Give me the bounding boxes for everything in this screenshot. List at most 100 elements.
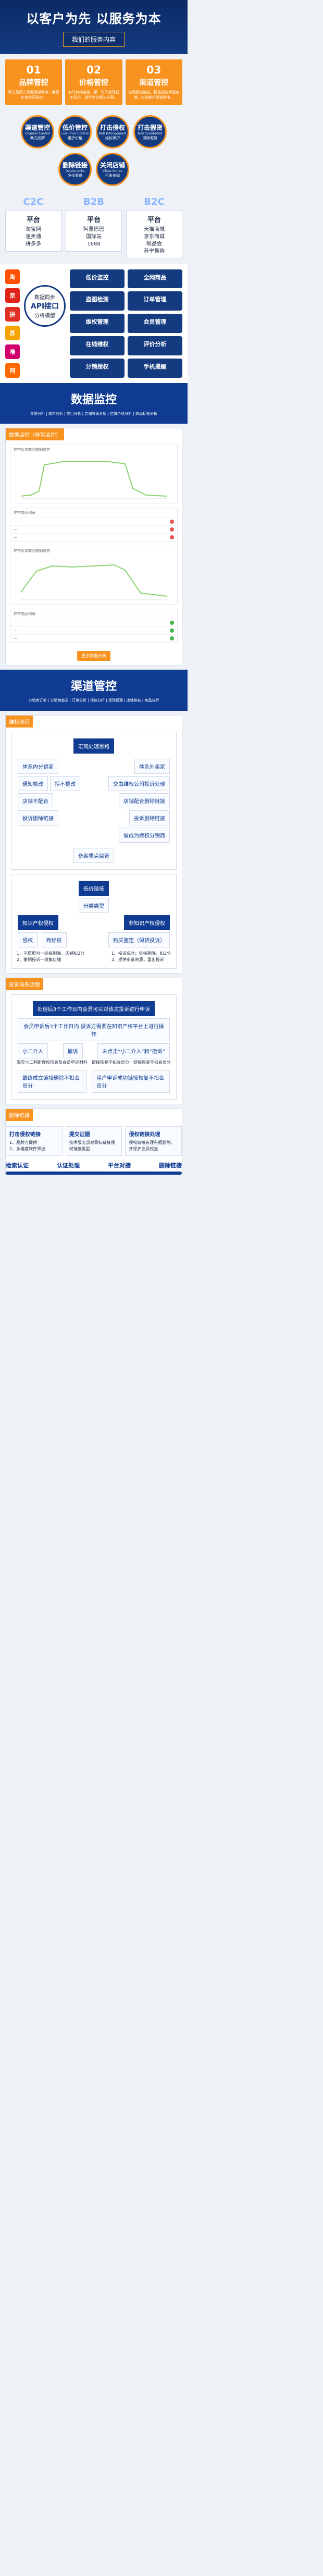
list-row: —: [10, 533, 177, 541]
more-analysis-button[interactable]: 更多数据分析: [77, 651, 110, 661]
rights-r4: 做成为授权分销商: [119, 827, 170, 843]
hero-title: 以客户为先 以服务为本: [26, 11, 162, 26]
complain-top: 处理后3个工作日内会员可以对该次投诉进行申诉: [32, 1001, 155, 1016]
line-chart-2: [20, 564, 167, 600]
lp-left: 知识产权侵权: [18, 915, 58, 930]
platform-c2c: C2C 平台 淘宝网 速卖通 拼多多: [5, 196, 61, 259]
feature-item: 全网商品: [128, 269, 182, 289]
rights-r1: 交由维权公司投诉处理: [108, 775, 170, 791]
monitor-panel-header: 数据监控（异常监控）: [6, 428, 64, 441]
list-row: —: [10, 525, 177, 533]
delete-timeline: 打击侵权链接 1、品牌方提供 2、多维度软件筛选 提交证据 技术服务部对目标链接侵权…: [6, 1126, 182, 1156]
feature-item: 低价监控: [70, 269, 125, 289]
circle-close-store: 关闭店铺 Close Stores 打击违规: [96, 152, 129, 186]
hero-pill: 我们的服务内容: [63, 32, 125, 47]
jd-icon: 京: [5, 288, 20, 303]
monitor-list-2: 异常商品列表 — — —: [10, 609, 178, 643]
lowprice-flow: 低价链接 分类类型 知识产权侵权 非知识产权侵权 侵权 商标权 购买鉴定（假货投…: [11, 873, 177, 969]
delete-header: 删除链接: [6, 1108, 33, 1121]
lp-left2: 商标权: [41, 932, 67, 947]
rights-l2: 拒不整改: [50, 775, 80, 791]
rights-l3: 店铺不配合: [18, 793, 53, 808]
feature-item: 在线维权: [70, 336, 125, 355]
circle-low-price: 低价管控 Low Price Control 维护价格: [58, 115, 92, 149]
suning-icon: 苏: [5, 325, 20, 340]
alibaba-icon: 阿: [5, 363, 20, 378]
circle-channel-control: 渠道管控 Channel Control 助力品牌: [21, 115, 54, 149]
feature-item: 盗图检测: [70, 291, 125, 311]
lp-right: 非知识产权侵权: [124, 915, 170, 930]
complain-final-left: 最终成立链接删除不扣会员分: [18, 1069, 87, 1093]
api-section: 淘 京 拼 苏 唯 阿 数据同步 API接口 分析模型 低价监控 全网商品 盗图…: [0, 264, 188, 383]
lp-left1: 侵权: [18, 932, 38, 947]
card-channel: 03 渠道管控 全网渠道监控，精准定位问题店铺，协助维护渠道秩序。: [125, 59, 182, 105]
tl-2: 提交证据 技术服务部对目标链接侵权链接类型: [65, 1126, 122, 1156]
hero: 以客户为先 以服务为本 我们的服务内容: [0, 0, 188, 54]
complain-header: 投诉联系流程: [6, 978, 43, 990]
lp-right1: 购买鉴定（假货投诉）: [108, 932, 170, 947]
feature-item: 维权管理: [70, 314, 125, 333]
list-row: —: [10, 619, 177, 626]
lp-mid: 分类类型: [79, 897, 109, 913]
rights-right: 体系外卖家: [134, 758, 170, 774]
delete-panel: 删除链接 打击侵权链接 1、品牌方提供 2、多维度软件筛选 提交证据 技术服务部对目…: [5, 1108, 182, 1175]
complain-note: 未点击“小二介入”和“撤诉”: [97, 1043, 170, 1058]
line-chart-1: [20, 461, 167, 499]
complain-final-right: 用户申诉成功链接恢复不扣会员分: [92, 1069, 170, 1093]
monitor-list-1: 异常商品列表 — — —: [10, 508, 178, 542]
monitor-band: 数据监控 异常分析 | 城市分析 | 类目分析 | 店铺等级分析 | 店铺价格分…: [0, 383, 188, 424]
rights-r2: 店铺配合删除链接: [119, 793, 170, 808]
rights-l4: 投诉删除链接: [18, 810, 58, 825]
rights-flow: 宏观处理思路 体系内分销商 通知整改 拒不整改 店铺不配合 投诉删除链接 体系外卖…: [11, 731, 177, 870]
complain-flow: 处理后3个工作日内会员可以对该次投诉进行申诉 会员申诉后3个工作日内 投诉方需要…: [11, 994, 177, 1100]
feature-item: 手机提醒: [128, 358, 182, 378]
vip-icon: 唯: [5, 344, 20, 359]
monitor-chart-1: 异常价格商品数据趋势: [10, 445, 178, 504]
platform-b2c: B2C 平台 天猫商城 京东商城 唯品会 苏宁易购: [126, 196, 182, 259]
feature-item: 评价分析: [128, 336, 182, 355]
complain-step2: 会员申诉后3个工作日内 投诉方需要在知识产权平台上进行操作: [18, 1018, 170, 1041]
complain-b: 撤诉: [63, 1043, 83, 1058]
rights-l1: 通知整改: [18, 775, 48, 791]
lp-left-note: 1、不愿配合一链接删除，店铺扣2分 2、撤销投诉一收集店铺: [17, 951, 85, 962]
complain-b-note: 链接恢复不扣会员分: [92, 1059, 129, 1065]
rights-top: 宏观处理思路: [73, 738, 114, 754]
cards-row: 01 品牌管控 助力品牌方掌握渠道秩序，确保价格体系稳定。 02 价格管控 实时…: [0, 54, 188, 110]
feature-item: 订单管理: [128, 291, 182, 311]
card-brand: 01 品牌管控 助力品牌方掌握渠道秩序，确保价格体系稳定。: [5, 59, 63, 105]
list-row: —: [10, 517, 177, 525]
complain-a: 小二介入: [18, 1043, 48, 1058]
ribbon-labels: 检索认证 认证处理 平台对接 删除链接: [6, 1162, 182, 1169]
complain-a-note: 淘宝小二判断侵权信息及会员申诉材料: [17, 1059, 88, 1065]
lp-top: 低价链接: [79, 880, 109, 896]
complain-panel: 投诉联系流程 处理后3个工作日内会员可以对该次投诉进行申诉 会员申诉后3个工作日…: [5, 977, 182, 1104]
feature-grid: 低价监控 全网商品 盗图检测 订单管理 维权管理 会员管理 在线维权 评价分析 …: [70, 269, 182, 378]
pinduoduo-icon: 拼: [5, 306, 20, 322]
circle-delete-links: 删除链接 Delete Links 净化渠道: [58, 152, 92, 186]
service-circles: 渠道管控 Channel Control 助力品牌 低价管控 Low Price Co…: [0, 110, 188, 191]
card-price: 02 价格管控 实时价格监控，第一时间发现低价乱价，提供专业解决方案。: [65, 59, 122, 105]
list-row: —: [10, 626, 177, 634]
list-row: —: [10, 634, 177, 642]
taobao-icon: 淘: [5, 269, 20, 284]
api-hub: 数据同步 API接口 分析模型: [24, 285, 66, 327]
circle-anti-counterfeit: 打击假货 Anti Counterfeit 清除假货: [133, 115, 167, 149]
monitor-title: 数据监控: [70, 393, 117, 406]
tl-1: 打击侵权链接 1、品牌方提供 2、多维度软件筛选: [6, 1126, 63, 1156]
ribbon-arrow: [6, 1171, 182, 1175]
platform-b2b: B2B 平台 阿里巴巴 国际站 1688: [66, 196, 122, 259]
monitor-tabs: 异常分析 | 城市分析 | 类目分析 | 店铺等级分析 | 店铺价格分析 | 商…: [30, 411, 158, 416]
rights-r3: 投诉删除链接: [129, 810, 170, 825]
monitor-panel: 数据监控（异常监控） 异常价格商品数据趋势 异常商品列表 — — — 异常价格商…: [5, 428, 182, 666]
app-icons: 淘 京 拼 苏 唯 阿: [5, 269, 20, 378]
circle-anti-infringe: 打击侵权 Anti Infringement 维权保护: [96, 115, 129, 149]
feature-item: 会员管理: [128, 314, 182, 333]
tl-3: 侵权链接处理 侵权链接有理有据删除，并保护会员权益: [125, 1126, 182, 1156]
lp-right-note: 1、投诉成立：链接删除，扣2分 2、提供申诉资质，重出投诉: [111, 951, 171, 962]
channel-tabs: 分销商订单 | 分销商会员 | 订单分析 | 评价分析 | 活动管理 | 店铺排…: [28, 698, 159, 703]
platforms: C2C 平台 淘宝网 速卖通 拼多多 B2B 平台 阿里巴巴 国际站 1688 …: [0, 191, 188, 264]
rights-bottom: 备案重点监管: [73, 847, 114, 863]
rights-panel: 维权流程 宏观处理思路 体系内分销商 通知整改 拒不整改 店铺不配合 投诉删除链接…: [5, 714, 182, 973]
monitor-chart-2: 异常价格商品数据趋势: [10, 546, 178, 605]
rights-left: 体系内分销商: [18, 758, 58, 774]
